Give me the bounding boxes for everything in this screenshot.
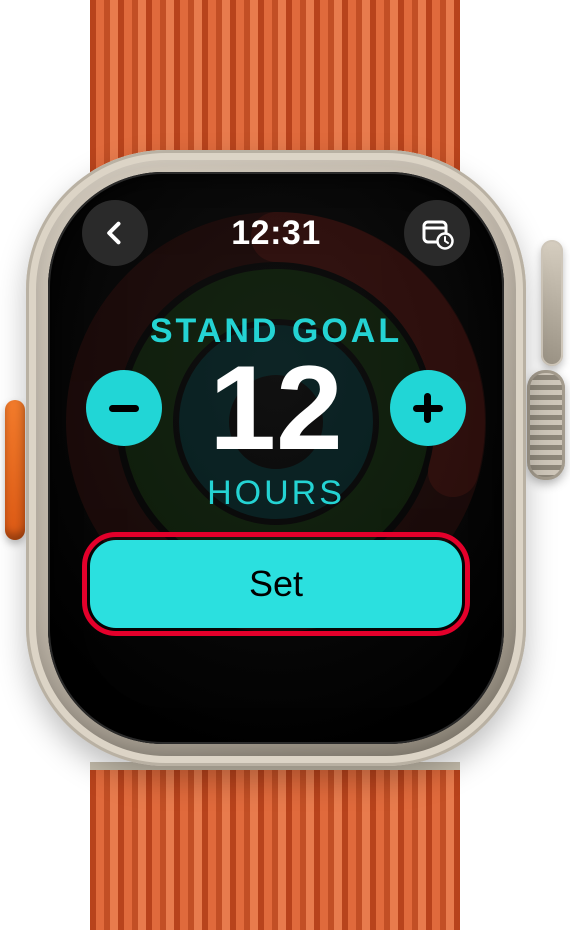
side-button[interactable] bbox=[541, 240, 563, 366]
minus-icon bbox=[109, 405, 139, 412]
back-button[interactable] bbox=[82, 200, 148, 266]
decrement-button[interactable] bbox=[86, 370, 162, 446]
watch-band-bottom bbox=[90, 762, 460, 930]
screen: 12:31 STAND GOAL 12 bbox=[48, 172, 504, 744]
chevron-left-icon bbox=[101, 219, 129, 247]
status-bar: 12:31 bbox=[48, 198, 504, 268]
goal-unit: HOURS bbox=[48, 474, 504, 513]
calendar-button[interactable] bbox=[404, 200, 470, 266]
status-time: 12:31 bbox=[231, 214, 320, 253]
set-button[interactable]: Set bbox=[90, 540, 462, 628]
watch-case: 12:31 STAND GOAL 12 bbox=[26, 150, 526, 766]
set-button-highlight: Set bbox=[82, 532, 470, 636]
goal-stepper: 12 bbox=[48, 348, 504, 468]
goal-value: 12 bbox=[209, 348, 342, 468]
increment-button[interactable] bbox=[390, 370, 466, 446]
plus-icon bbox=[413, 393, 443, 423]
digital-crown[interactable] bbox=[527, 370, 565, 480]
action-button[interactable] bbox=[5, 400, 25, 540]
calendar-clock-icon bbox=[420, 216, 454, 250]
